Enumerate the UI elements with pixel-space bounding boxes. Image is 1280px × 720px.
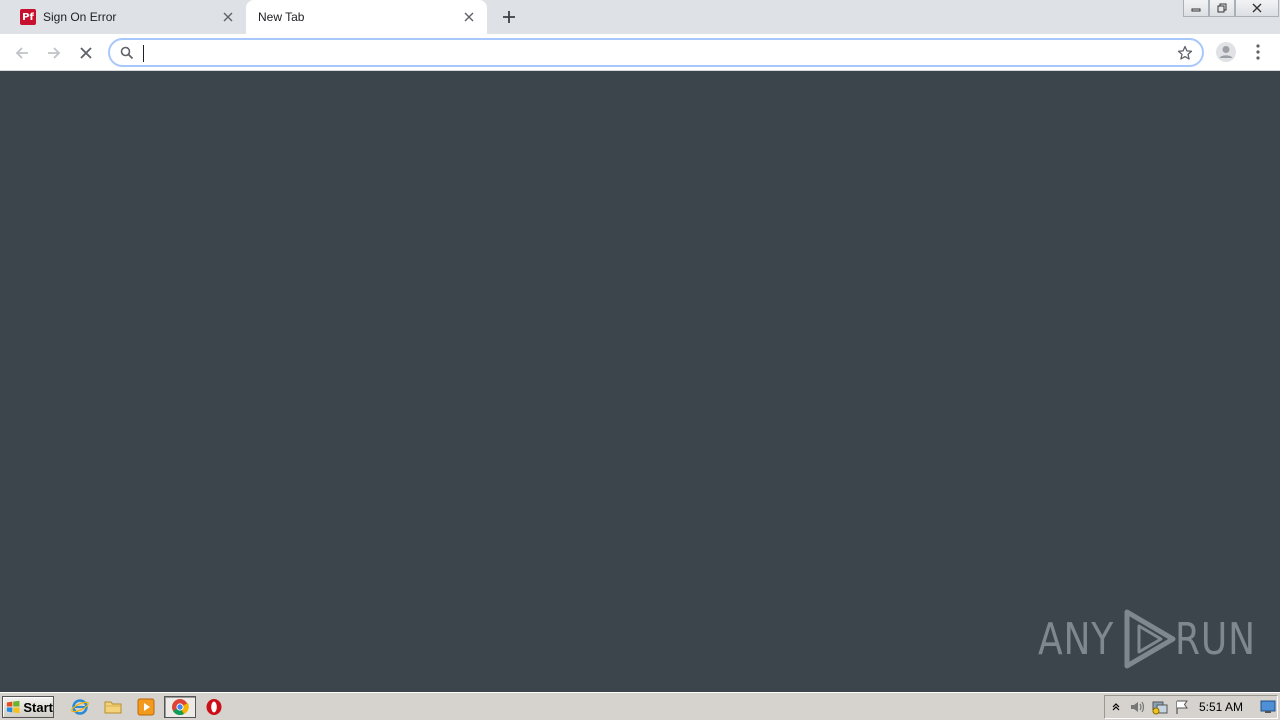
address-bar[interactable]	[108, 38, 1204, 67]
restore-button[interactable]	[1209, 0, 1235, 17]
star-icon	[1177, 45, 1193, 60]
clock[interactable]: 5:51 AM	[1199, 700, 1243, 714]
tab-close-icon[interactable]	[461, 9, 477, 25]
forward-button[interactable]	[40, 39, 68, 67]
tab-title: New Tab	[258, 10, 305, 24]
address-input[interactable]	[142, 43, 1162, 63]
opera-icon[interactable]	[202, 696, 226, 718]
tab-close-icon[interactable]	[220, 9, 236, 25]
window-controls	[1183, 0, 1279, 18]
pdf-favicon-icon: Pf	[20, 9, 36, 25]
watermark-text-left: ANY	[1038, 613, 1115, 665]
stop-loading-button[interactable]	[72, 39, 100, 67]
network-icon[interactable]	[1149, 697, 1171, 717]
show-hidden-icons-icon[interactable]	[1105, 697, 1127, 717]
watermark-text-right: RUN	[1174, 613, 1256, 665]
anyrun-watermark: ANY RUN	[1038, 608, 1274, 670]
search-icon	[119, 45, 135, 61]
tab-strip: Pf Sign On Error New Tab	[0, 0, 1280, 34]
page-content: ANY RUN	[0, 72, 1280, 692]
browser-toolbar	[0, 34, 1280, 71]
arrow-left-icon	[15, 47, 28, 59]
tab-new-tab[interactable]: New Tab	[246, 0, 487, 34]
internet-explorer-icon[interactable]	[68, 696, 92, 718]
kebab-icon	[1256, 44, 1260, 60]
show-desktop-icon[interactable]	[1259, 697, 1277, 717]
plus-icon	[503, 11, 515, 23]
chrome-icon[interactable]	[164, 696, 196, 718]
start-label: Start	[23, 699, 53, 715]
back-button[interactable]	[8, 39, 36, 67]
minimize-button[interactable]	[1183, 0, 1209, 17]
new-tab-button[interactable]	[498, 6, 520, 28]
arrow-right-icon	[48, 47, 61, 59]
window-close-button[interactable]	[1235, 0, 1279, 17]
person-icon	[1216, 42, 1236, 62]
action-center-flag-icon[interactable]	[1171, 697, 1193, 717]
browser-menu-button[interactable]	[1248, 40, 1268, 64]
text-caret	[143, 45, 144, 62]
folder-icon[interactable]	[101, 696, 125, 718]
windows-logo-icon	[6, 700, 20, 714]
volume-icon[interactable]	[1127, 697, 1149, 717]
system-tray: 5:51 AM	[1104, 695, 1278, 719]
tab-title: Sign On Error	[43, 10, 117, 24]
bookmark-star-button[interactable]	[1176, 44, 1194, 62]
tab-sign-on-error[interactable]: Pf Sign On Error	[0, 0, 246, 34]
taskbar: Start 5:51 AM	[0, 692, 1280, 720]
media-player-icon[interactable]	[134, 696, 158, 718]
start-button[interactable]: Start	[2, 696, 54, 718]
profile-button[interactable]	[1214, 40, 1238, 64]
close-icon	[80, 47, 92, 59]
play-logo-icon	[1124, 609, 1176, 669]
